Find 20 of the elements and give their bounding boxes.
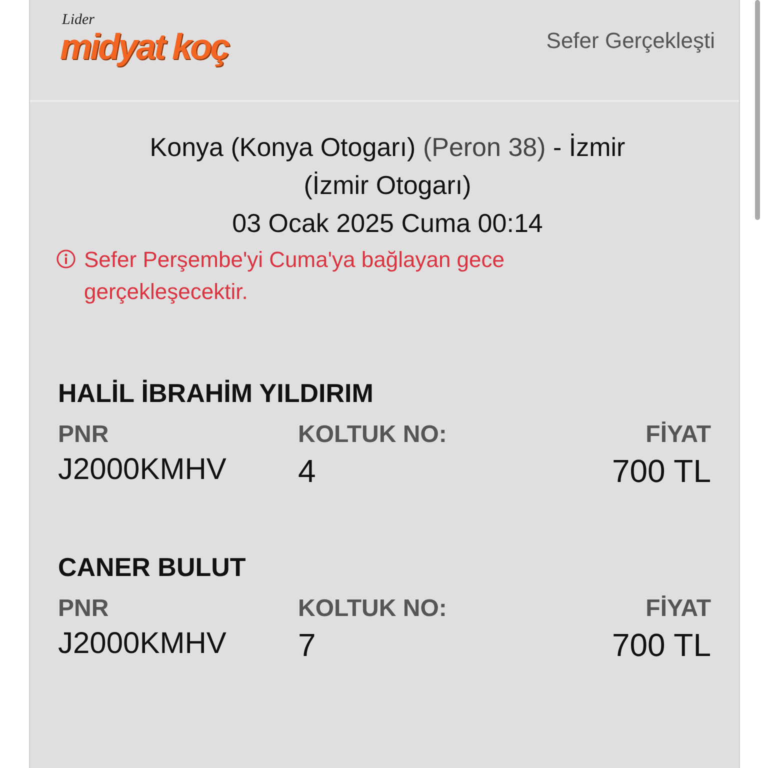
price-label: FİYAT (644, 421, 711, 449)
seat-label: KOLTUK NO: (298, 421, 448, 449)
trip-datetime: 03 Ocak 2025 Cuma 00:14 (231, 207, 544, 240)
price-label: FİYAT (644, 595, 711, 623)
info-icon (56, 249, 76, 269)
trip-status: Sefer Gerçekleşti (546, 28, 715, 54)
pnr-label: PNR (58, 595, 110, 623)
seat-number: 7 (298, 627, 317, 664)
pnr-code: J2000KMHV (58, 453, 228, 488)
logo: Lider midyat koç (59, 11, 230, 70)
warning-text: Sefer Perşembe'yi Cuma'ya bağlayan gece gerçekleşecektir. (84, 246, 506, 306)
price: 700 TL (612, 453, 711, 490)
pnr-label: PNR (58, 421, 110, 449)
price: 700 TL (612, 627, 711, 664)
seat-number: 4 (298, 453, 317, 490)
route-text: Konya (Konya Otogarı) (Peron 38) - İzmir (İzmir Otogarı) (148, 131, 626, 202)
pnr-code: J2000KMHV (58, 627, 228, 662)
passenger-name: HALİL İBRAHİM YILDIRIM (58, 378, 374, 409)
seat-label: KOLTUK NO: (298, 595, 448, 623)
passenger-name: CANER BULUT (58, 552, 247, 583)
